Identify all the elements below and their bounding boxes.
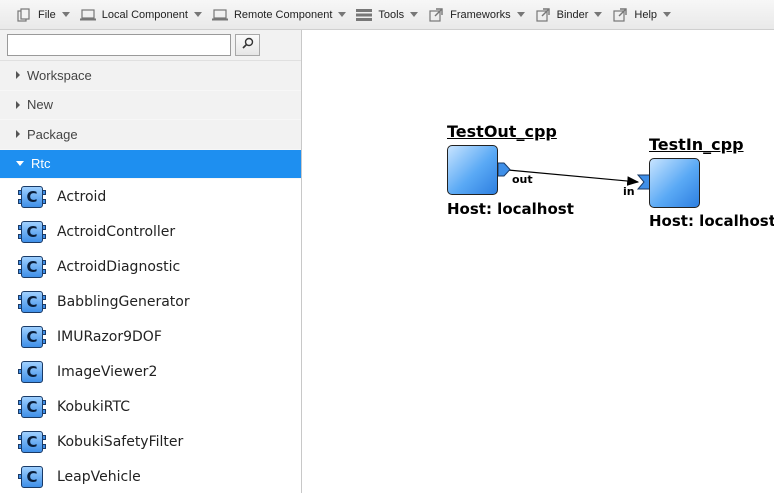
rtc-item-label: IMURazor9DOF	[57, 328, 162, 345]
caret-right-icon	[16, 130, 20, 139]
component-testout-cpp[interactable]	[447, 145, 498, 195]
caret-right-icon	[16, 100, 20, 109]
menu-local-component-label: Local Component	[101, 8, 188, 21]
chevron-down-icon	[410, 12, 419, 17]
search-input[interactable]	[7, 34, 231, 56]
sidebar: Workspace New Package Rtc C Actroid C Ac…	[0, 30, 302, 493]
search-button[interactable]	[235, 34, 260, 56]
menu-file-label: File	[38, 8, 56, 21]
rtc-item-label: KobukiRTC	[57, 398, 131, 415]
list-icon	[356, 8, 373, 22]
tree-item-label: Package	[27, 126, 78, 142]
rtc-component-icon: C	[18, 395, 46, 419]
rtc-component-icon: C	[18, 255, 46, 279]
chevron-down-icon	[516, 12, 525, 17]
menu-remote-component-label: Remote Component	[233, 8, 333, 21]
menu-tools-label: Tools	[378, 8, 405, 21]
copy-icon	[16, 7, 32, 22]
chevron-down-icon	[594, 12, 603, 17]
external-link-icon	[612, 7, 628, 22]
external-link-icon	[428, 7, 444, 22]
rtc-item-label: ActroidDiagnostic	[57, 258, 181, 275]
laptop-icon	[79, 8, 96, 22]
component-title: TestIn_cpp	[649, 135, 744, 154]
rtc-component-icon: C	[18, 465, 46, 489]
component-host: Host: localhost	[447, 200, 574, 218]
rtc-item-image-viewer2[interactable]: C ImageViewer2	[0, 354, 301, 389]
port-label-in: in	[623, 185, 635, 198]
tree-item-label: Rtc	[31, 156, 51, 172]
rtc-item-kobuki-safety-filter[interactable]: C KobukiSafetyFilter	[0, 424, 301, 459]
menu-tools[interactable]: Tools	[356, 0, 419, 30]
rtc-item-kobuki-rtc[interactable]: C KobukiRTC	[0, 389, 301, 424]
menu-local-component[interactable]: Local Component	[79, 0, 202, 30]
port-label-out: out	[512, 173, 533, 186]
rtc-component-icon: C	[18, 325, 46, 349]
rtc-component-icon: C	[18, 430, 46, 454]
chevron-down-icon	[338, 12, 347, 17]
menu-frameworks[interactable]: Frameworks	[428, 0, 525, 30]
rtc-item-label: ImageViewer2	[57, 363, 158, 380]
component-testin-cpp[interactable]	[649, 158, 700, 208]
rtc-component-icon: C	[18, 220, 46, 244]
rtc-item-label: ActroidController	[57, 223, 176, 240]
tree-item-label: Workspace	[27, 67, 92, 83]
rtc-item-actroid-controller[interactable]: C ActroidController	[0, 214, 301, 249]
rtc-item-label: Actroid	[57, 188, 107, 205]
search-row	[0, 30, 301, 61]
chevron-down-icon	[61, 12, 70, 17]
rtc-item-actroid[interactable]: C Actroid	[0, 179, 301, 214]
chevron-down-icon	[193, 12, 202, 17]
chevron-down-icon	[663, 12, 672, 17]
rtc-item-imurazor9dof[interactable]: C IMURazor9DOF	[0, 319, 301, 354]
rtc-list: C Actroid C ActroidController C ActroidD…	[0, 179, 301, 493]
system-editor-canvas[interactable]: TestOut_cpp out Host: localhost TestIn_c…	[302, 30, 774, 493]
rtc-item-label: LeapVehicle	[57, 468, 141, 485]
rtc-item-label: BabblingGenerator	[57, 293, 190, 310]
menu-help[interactable]: Help	[612, 0, 672, 30]
rtc-item-label: KobukiSafetyFilter	[57, 433, 184, 450]
external-link-icon	[535, 7, 551, 22]
menu-help-label: Help	[634, 8, 658, 21]
rtc-component-icon: C	[18, 185, 46, 209]
outport-icon[interactable]	[497, 162, 511, 177]
search-icon	[241, 36, 254, 54]
menu-binder[interactable]: Binder	[535, 0, 603, 30]
component-title: TestOut_cpp	[447, 122, 557, 141]
tree-item-package[interactable]: Package	[0, 120, 301, 150]
laptop-icon	[211, 8, 228, 22]
component-host: Host: localhost	[649, 212, 774, 230]
rtc-item-actroid-diagnostic[interactable]: C ActroidDiagnostic	[0, 249, 301, 284]
rtc-component-icon: C	[18, 290, 46, 314]
caret-right-icon	[16, 71, 20, 80]
menu-remote-component[interactable]: Remote Component	[211, 0, 347, 30]
rtc-item-babbling-generator[interactable]: C BabblingGenerator	[0, 284, 301, 319]
menu-bar: File Local Component Remote Component To…	[0, 0, 774, 30]
rtc-item-leap-vehicle[interactable]: C LeapVehicle	[0, 459, 301, 493]
tree-item-new[interactable]: New	[0, 90, 301, 120]
connection-wire[interactable]	[302, 30, 774, 493]
menu-file[interactable]: File	[16, 0, 70, 30]
menu-binder-label: Binder	[556, 8, 589, 21]
rtc-component-icon: C	[18, 360, 46, 384]
caret-down-icon	[16, 161, 24, 167]
tree-item-label: New	[27, 97, 54, 113]
tree-item-workspace[interactable]: Workspace	[0, 61, 301, 91]
tree-item-rtc[interactable]: Rtc	[0, 149, 301, 179]
menu-frameworks-label: Frameworks	[450, 8, 511, 21]
